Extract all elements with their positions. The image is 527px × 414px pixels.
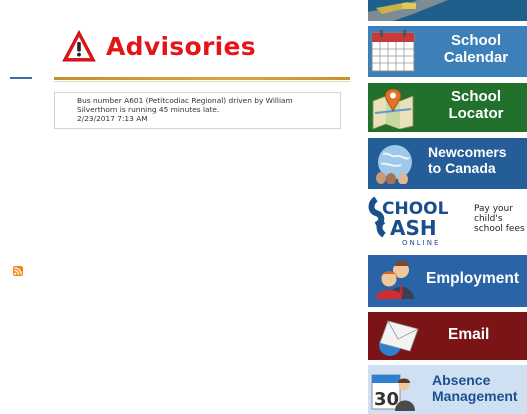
school-cash-text1: Pay your bbox=[474, 204, 513, 214]
advisory-message: Bus number A601 (Petitcodiac Regional) d… bbox=[77, 96, 293, 115]
calendar-30-icon: 30 bbox=[371, 374, 415, 411]
envelope-icon bbox=[379, 320, 419, 356]
warning-icon bbox=[62, 30, 96, 62]
calendar-icon bbox=[371, 30, 415, 72]
advisory-notice: Bus number A601 (Petitcodiac Regional) d… bbox=[54, 92, 341, 129]
map-pin-icon bbox=[372, 88, 414, 129]
absence-line2: Management bbox=[432, 387, 518, 404]
newcomers-line2: to Canada bbox=[428, 159, 496, 176]
school-cash-logo-line3: ONLINE bbox=[402, 239, 440, 247]
school-cash-text2: child's bbox=[474, 214, 503, 224]
rss-feed-icon[interactable] bbox=[13, 266, 23, 276]
school-calendar-line2: Calendar bbox=[443, 48, 509, 66]
page-title: Advisories bbox=[106, 31, 256, 61]
employment-tile[interactable]: Employment bbox=[368, 255, 527, 307]
school-locator-line1: School bbox=[450, 88, 501, 105]
title-divider bbox=[54, 77, 350, 80]
school-cash-logo-line2: ASH bbox=[390, 216, 437, 240]
absence-line1: Absence bbox=[432, 372, 491, 388]
newcomers-tile[interactable]: Newcomers to Canada bbox=[368, 138, 527, 189]
newcomers-line1: Newcomers bbox=[428, 144, 507, 160]
email-tile[interactable]: Email bbox=[368, 312, 527, 360]
advisory-timestamp: 2/23/2017 7:13 AM bbox=[77, 114, 148, 124]
title-divider-shadow bbox=[54, 81, 350, 82]
left-accent-line bbox=[10, 77, 32, 79]
absence-badge: 30 bbox=[374, 389, 399, 410]
globe-icon bbox=[376, 145, 412, 184]
absence-management-tile[interactable]: 30 Absence Management bbox=[368, 365, 527, 414]
top-banner-tile[interactable] bbox=[368, 0, 527, 21]
school-calendar-line1: School bbox=[450, 32, 501, 49]
people-icon bbox=[376, 260, 414, 299]
school-cash-online-tile[interactable]: CHOOL ASH ONLINE Pay your child's school… bbox=[368, 193, 527, 249]
school-cash-text3: school fees bbox=[474, 224, 525, 234]
email-label: Email bbox=[448, 326, 490, 343]
advisories-header: Advisories bbox=[62, 28, 256, 64]
school-locator-line2: Locator bbox=[448, 104, 504, 122]
school-calendar-tile[interactable]: School Calendar bbox=[368, 26, 527, 77]
school-locator-tile[interactable]: School Locator bbox=[368, 83, 527, 132]
employment-label: Employment bbox=[426, 270, 520, 287]
